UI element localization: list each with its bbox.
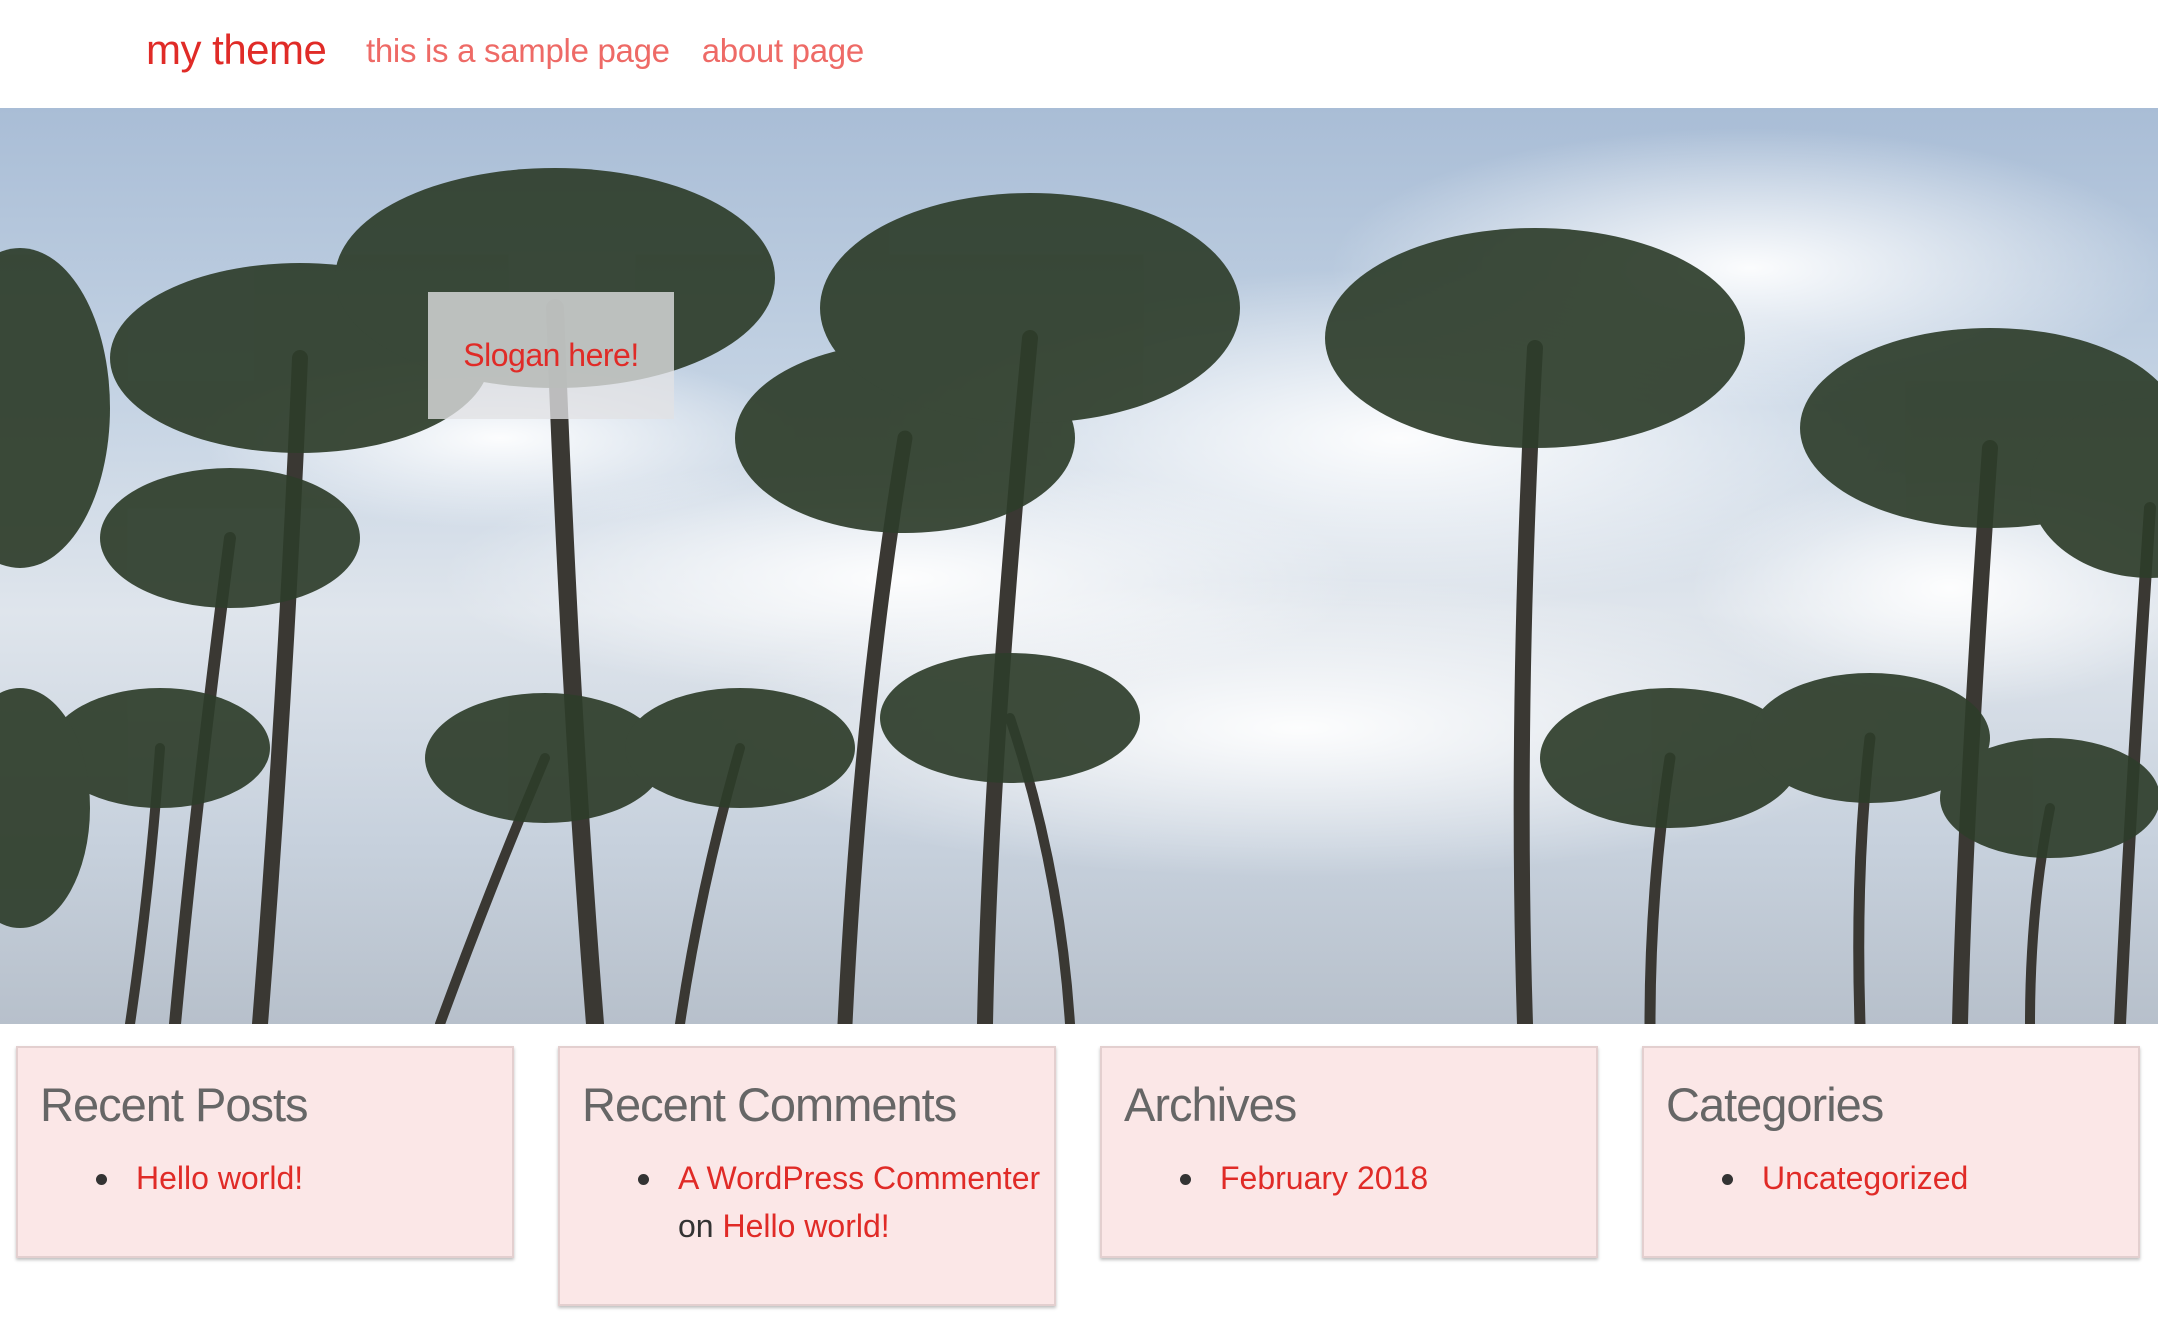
primary-nav: this is a sample page about page <box>366 28 864 74</box>
bullet-icon <box>96 1174 107 1185</box>
list-item: February 2018 <box>1180 1154 1596 1202</box>
comment-author-link[interactable]: A WordPress Commenter <box>678 1160 1040 1196</box>
nav-link-about-page[interactable]: about page <box>702 28 864 74</box>
widget-title-recent-posts: Recent Posts <box>40 1078 309 1131</box>
palm-trees-image <box>0 128 2158 1024</box>
widget-title-archives: Archives <box>1124 1078 1297 1131</box>
recent-comments-list: A WordPress Commenter on Hello world! <box>582 1154 1054 1250</box>
widget-title-categories: Categories <box>1666 1078 1884 1131</box>
bullet-icon <box>1722 1174 1733 1185</box>
recent-post-link[interactable]: Hello world! <box>136 1160 303 1196</box>
widget-archives: Archives February 2018 <box>1100 1046 1598 1258</box>
list-item: A WordPress Commenter on Hello world! <box>638 1154 1054 1250</box>
category-link[interactable]: Uncategorized <box>1762 1160 1968 1196</box>
slogan-text: Slogan here! <box>463 337 639 373</box>
widget-recent-comments: Recent Comments A WordPress Commenter on… <box>558 1046 1056 1306</box>
categories-list: Uncategorized <box>1666 1154 2138 1202</box>
hero-banner: Slogan here! <box>0 108 2158 1024</box>
comment-post-link[interactable]: Hello world! <box>722 1208 889 1244</box>
archive-link[interactable]: February 2018 <box>1220 1160 1428 1196</box>
bullet-icon <box>1180 1174 1191 1185</box>
list-item: Hello world! <box>96 1154 512 1202</box>
site-title-link[interactable]: my theme <box>146 22 327 78</box>
archives-list: February 2018 <box>1124 1154 1596 1202</box>
widget-recent-posts: Recent Posts Hello world! <box>16 1046 514 1258</box>
nav-link-sample-page[interactable]: this is a sample page <box>366 28 670 74</box>
site-header: my theme this is a sample page about pag… <box>0 0 2158 108</box>
comment-on-text: on <box>678 1208 714 1244</box>
recent-posts-list: Hello world! <box>40 1154 512 1202</box>
list-item: Uncategorized <box>1722 1154 2138 1202</box>
widget-categories: Categories Uncategorized <box>1642 1046 2140 1258</box>
slogan-box: Slogan here! <box>428 292 674 419</box>
bullet-icon <box>638 1174 649 1185</box>
widget-title-recent-comments: Recent Comments <box>582 1078 957 1131</box>
